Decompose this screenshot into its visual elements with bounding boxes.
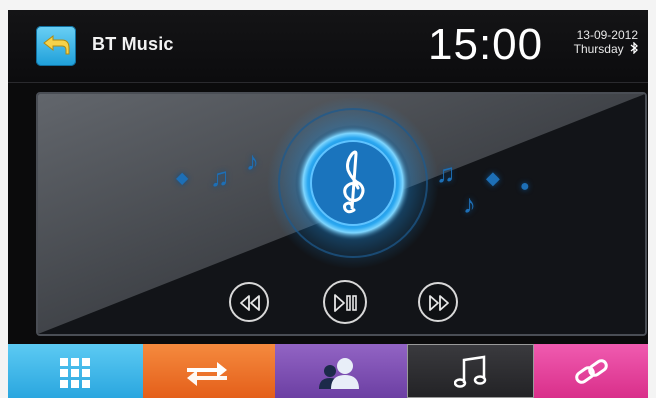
center-music-button[interactable] xyxy=(294,124,412,242)
player-panel: ♫ ♪ ◆ ♫ ♪ ◆ ● xyxy=(36,92,647,336)
grid-icon xyxy=(60,358,90,388)
back-arrow-icon xyxy=(43,34,70,55)
floating-note-icon: ♪ xyxy=(463,189,476,219)
play-pause-icon xyxy=(334,294,357,312)
clock-time: 15:00 xyxy=(428,20,544,69)
weekday-text: Thursday xyxy=(573,42,624,56)
rewind-button[interactable] xyxy=(229,282,269,322)
fast-forward-icon xyxy=(429,295,449,311)
floating-note-icon: ◆ xyxy=(176,170,189,187)
tab-apps[interactable] xyxy=(8,344,143,398)
fast-forward-button[interactable] xyxy=(418,282,458,322)
tab-link[interactable] xyxy=(534,344,648,398)
bluetooth-icon xyxy=(630,41,638,57)
music-note-icon xyxy=(454,355,487,388)
play-pause-button[interactable] xyxy=(323,280,367,324)
date-text: 13-09-2012 xyxy=(576,28,638,42)
floating-note-icon: ♫ xyxy=(210,162,230,192)
weekday-row: Thursday xyxy=(560,41,638,57)
floating-note-icon: ● xyxy=(520,178,530,195)
floating-note-icon: ♪ xyxy=(246,146,259,176)
tab-transfer[interactable] xyxy=(143,344,275,398)
screen: BT Music 15:00 13-09-2012 Thursday ♫ ♪ ◆… xyxy=(8,10,648,398)
swap-arrows-icon xyxy=(187,362,227,386)
contacts-icon xyxy=(319,358,359,389)
header-bar: BT Music 15:00 13-09-2012 Thursday xyxy=(8,10,648,83)
floating-note-icon: ♫ xyxy=(436,158,456,188)
rewind-icon xyxy=(240,295,260,311)
tab-contacts[interactable] xyxy=(275,344,407,398)
page-title: BT Music xyxy=(92,34,174,54)
date-block: 13-09-2012 Thursday xyxy=(560,28,638,57)
treble-clef-icon xyxy=(343,150,365,214)
back-button[interactable] xyxy=(36,26,76,66)
link-icon xyxy=(575,359,608,384)
floating-note-icon: ◆ xyxy=(486,168,500,188)
bottom-tab-bar xyxy=(8,344,648,398)
tab-music[interactable] xyxy=(407,344,534,398)
